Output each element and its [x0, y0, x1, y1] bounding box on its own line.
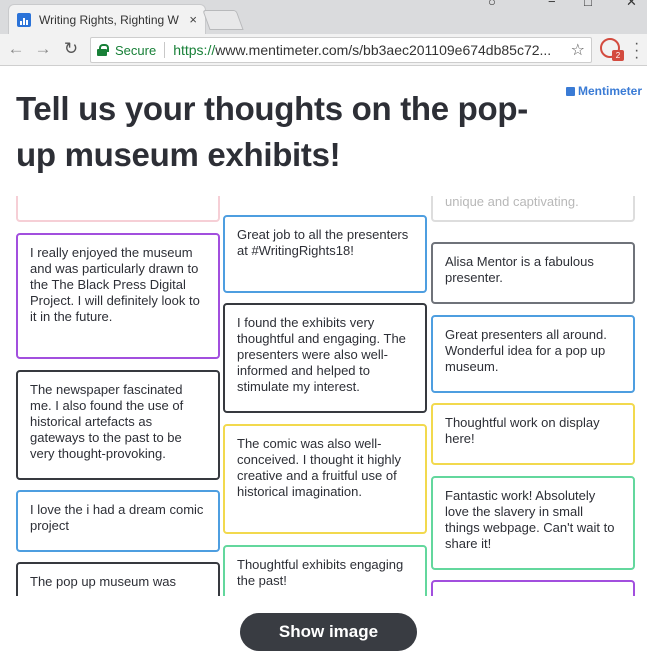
secure-label: Secure [115, 42, 157, 58]
maximize-icon[interactable]: □ [584, 0, 592, 9]
response-card: Thoughtful exhibits engaging the past! [223, 545, 427, 596]
url-text[interactable]: https://www.mentimeter.com/s/bb3aec20110… [173, 42, 565, 58]
bookmark-star-icon[interactable]: ☆ [571, 40, 585, 60]
mentimeter-logo-icon [566, 86, 575, 96]
response-card: The newspaper fascinated me. I also foun… [16, 370, 220, 480]
response-card: I love the i had a dream comic project [16, 490, 220, 552]
response-card [16, 196, 220, 222]
response-card: Great job to all the presenters at #Writ… [223, 215, 427, 293]
new-tab-button[interactable] [202, 10, 244, 30]
minimize-icon[interactable]: − [548, 0, 556, 9]
lock-icon [97, 44, 109, 56]
browser-titlebar: Writing Rights, Righting W × ○ − □ ✕ [0, 0, 647, 34]
forward-arrow-icon[interactable]: → [33, 39, 53, 59]
response-card: The comic was also well-conceived. I tho… [223, 424, 427, 534]
window-close-icon[interactable]: ✕ [626, 0, 637, 10]
show-image-button[interactable]: Show image [240, 613, 417, 651]
browser-menu-icon[interactable]: · · · [634, 36, 639, 66]
reload-icon[interactable]: ↻ [61, 39, 81, 59]
response-wall: I really enjoyed the museum and was part… [0, 196, 647, 596]
address-bar[interactable]: Secure https://www.mentimeter.com/s/bb3a… [90, 37, 592, 63]
response-card [431, 580, 635, 596]
mentimeter-favicon-icon [17, 12, 31, 27]
response-card: Fantastic work! Absolutely love the slav… [431, 476, 635, 570]
browser-toolbar: ← → ↻ Secure https://www.mentimeter.com/… [0, 34, 647, 66]
response-card: Thoughtful work on display here! [431, 403, 635, 465]
browser-tab[interactable]: Writing Rights, Righting W × [8, 4, 206, 34]
mentimeter-logo[interactable]: Mentimeter [566, 84, 642, 98]
profile-icon[interactable]: ○ [488, 0, 496, 9]
question-title: Tell us your thoughts on the pop-up muse… [16, 90, 528, 173]
response-card: unique and captivating. [431, 196, 635, 222]
omnibox-divider [164, 42, 166, 58]
tab-close-icon[interactable]: × [189, 12, 197, 27]
tab-title: Writing Rights, Righting W [39, 12, 179, 27]
extension-badge: 2 [612, 50, 624, 61]
response-card: The pop up museum was [16, 562, 220, 596]
response-card: I found the exhibits very thoughtful and… [223, 303, 427, 413]
response-card: I really enjoyed the museum and was part… [16, 233, 220, 359]
back-arrow-icon[interactable]: ← [6, 39, 26, 59]
response-card: Great presenters all around. Wonderful i… [431, 315, 635, 393]
response-card: Alisa Mentor is a fabulous presenter. [431, 242, 635, 304]
brand-name: Mentimeter [578, 84, 643, 98]
